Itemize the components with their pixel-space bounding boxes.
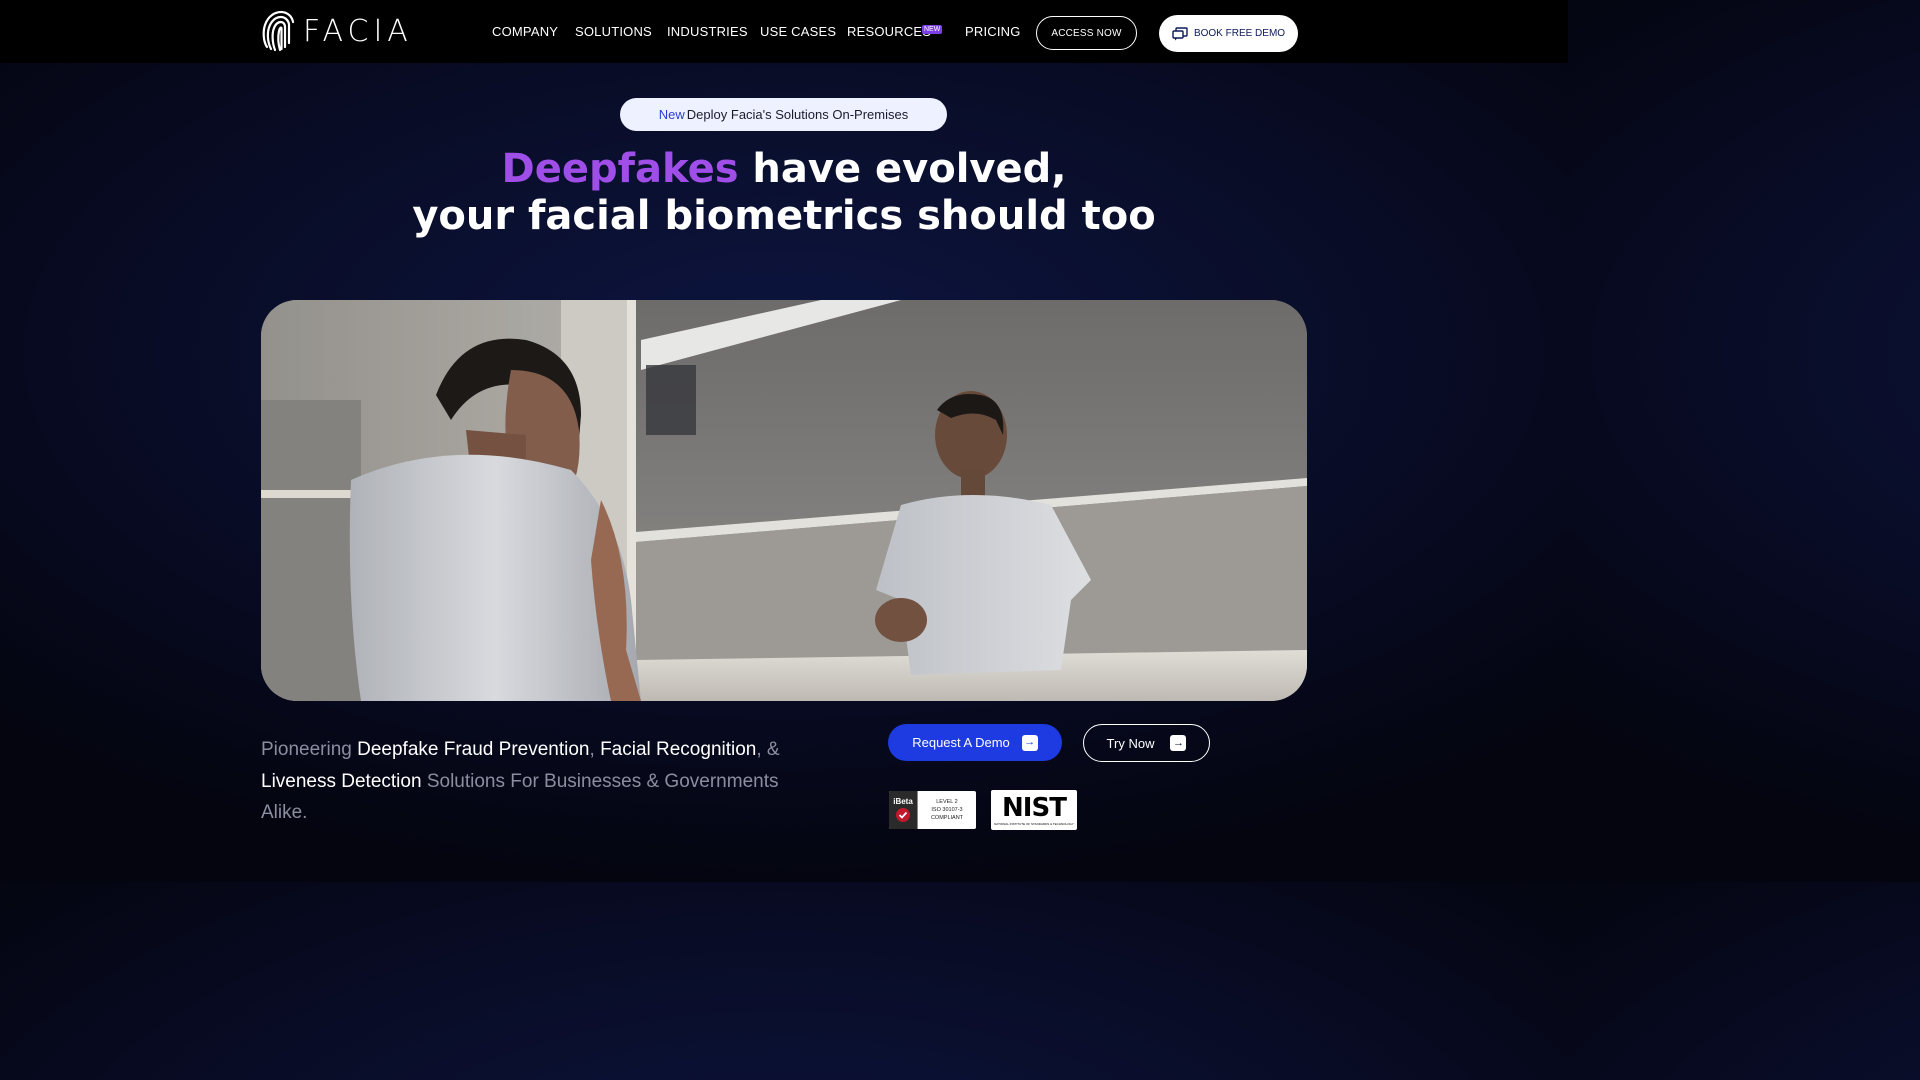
new-badge: NEW (922, 25, 943, 34)
ibeta-status: COMPLIANT (930, 815, 964, 821)
nav-pricing[interactable]: PRICING (965, 24, 1021, 39)
nist-subtitle: NATIONAL INSTITUTE OF STANDARDS & TECHNO… (994, 821, 1074, 826)
ibeta-certification-badge: iBeta LEVEL 2 ISO 30107-3 COMPLIANT (889, 791, 976, 829)
brand-name: FACIA (303, 13, 413, 49)
nav-resources[interactable]: RESOURCES (847, 24, 931, 39)
nav-industries[interactable]: INDUSTRIES (667, 24, 748, 39)
request-demo-button[interactable]: Request A Demo → (888, 724, 1062, 761)
tagline-text-1: Pioneering (261, 739, 358, 760)
announcement-pill[interactable]: New Deploy Facia's Solutions On-Premises (620, 98, 947, 131)
nav-company[interactable]: COMPANY (492, 24, 558, 39)
tagline-highlight-1: Deepfake Fraud Prevention (357, 739, 590, 760)
announcement-text: Deploy Facia's Solutions On-Premises (686, 107, 909, 122)
tagline-text-3: , & (756, 739, 780, 760)
top-navbar: FACIA COMPANY SOLUTIONS INDUSTRIES USE C… (0, 0, 1568, 63)
nav-solutions[interactable]: SOLUTIONS (575, 24, 652, 39)
arrow-right-icon: → (1021, 734, 1038, 751)
arrow-right-icon: → (1170, 735, 1187, 751)
hero-video-frame (261, 300, 1307, 701)
try-now-button[interactable]: Try Now → (1083, 724, 1210, 762)
hero-headline: Deepfakes have evolved, your facial biom… (0, 146, 1568, 240)
tagline-text-2: , (589, 739, 601, 760)
fingerprint-icon (262, 10, 295, 52)
ibeta-logo: iBeta (893, 797, 913, 806)
book-free-demo-button[interactable]: BOOK FREE DEMO (1159, 15, 1298, 52)
ibeta-logo-block: iBeta (889, 791, 917, 829)
nist-badge: NIST NATIONAL INSTITUTE OF STANDARDS & T… (991, 790, 1077, 830)
nist-logo: NIST (1002, 792, 1067, 823)
try-now-label: Try Now (1106, 735, 1155, 751)
announcement-tag: New (658, 107, 685, 122)
chat-screen-icon (1172, 26, 1188, 40)
headline-accent: Deepfakes (501, 146, 739, 192)
book-free-demo-label: BOOK FREE DEMO (1193, 28, 1286, 39)
hero-tagline: Pioneering Deepfake Fraud Prevention, Fa… (261, 734, 791, 829)
nav-use-cases[interactable]: USE CASES (760, 24, 836, 39)
hero-video[interactable] (261, 300, 1307, 701)
access-now-button[interactable]: ACCESS NOW (1036, 16, 1137, 50)
checkmark-shield-icon (896, 808, 910, 822)
brand-logo[interactable]: FACIA (261, 9, 413, 53)
headline-line1-rest: have evolved, (738, 146, 1067, 192)
ibeta-standard: ISO 30107-3 (931, 807, 963, 813)
tagline-highlight-3: Liveness Detection (261, 770, 422, 792)
ibeta-details: LEVEL 2 ISO 30107-3 COMPLIANT (917, 791, 976, 829)
tagline-highlight-2: Facial Recognition (600, 739, 757, 760)
ibeta-level: LEVEL 2 (936, 799, 958, 805)
request-demo-label: Request A Demo (912, 735, 1010, 750)
headline-line2: your facial biometrics should too (412, 193, 1156, 239)
